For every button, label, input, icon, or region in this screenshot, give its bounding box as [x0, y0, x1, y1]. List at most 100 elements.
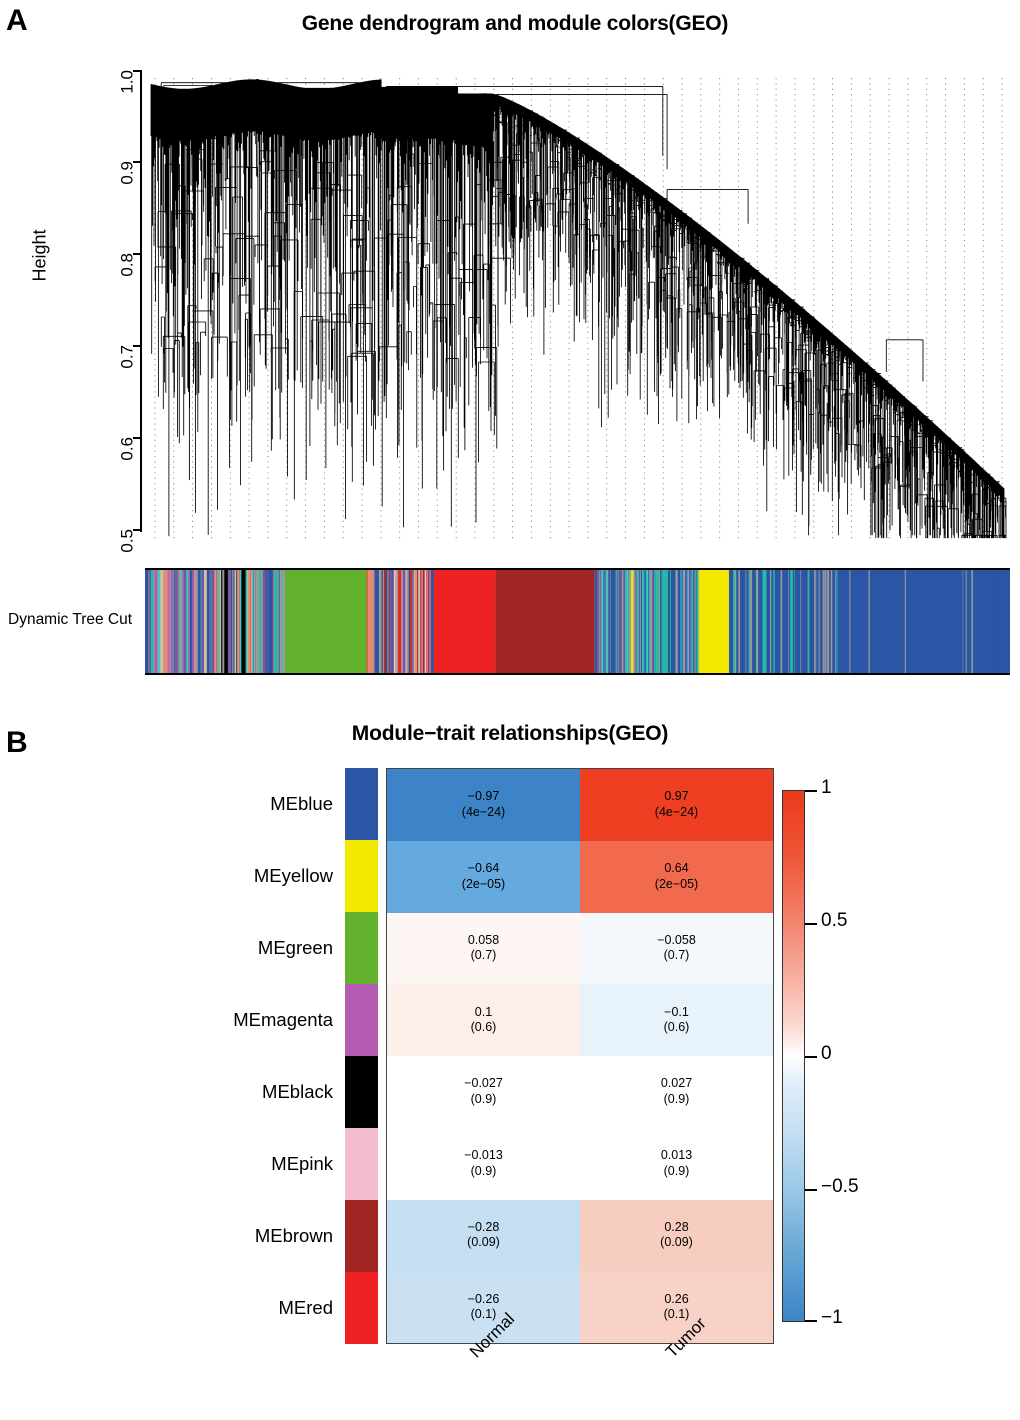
module-color-segment — [603, 570, 605, 673]
module-color-segment — [914, 570, 916, 673]
heatmap-cell-meblack-tumor[interactable]: 0.027 (0.9) — [580, 1056, 773, 1128]
module-color-segment — [189, 570, 192, 673]
cell-correlation: 0.027 — [660, 1076, 693, 1091]
module-color-strip — [145, 568, 1010, 675]
y-tick-label-0.8: 0.8 — [118, 253, 137, 277]
module-color-segment — [886, 570, 888, 673]
heatmap-cell-meblack-normal[interactable]: −0.027 (0.9) — [387, 1056, 580, 1128]
cell-correlation: 0.64 — [664, 861, 689, 875]
module-color-segment — [762, 570, 765, 673]
module-color-segment — [402, 570, 406, 673]
heatmap-row: 0.058 (0.7) −0.058 (0.7) — [387, 912, 773, 985]
heatmap-cell-mepink-normal[interactable]: −0.013 (0.9) — [387, 1127, 580, 1200]
module-color-segment — [391, 570, 393, 673]
module-color-segment — [382, 570, 385, 673]
module-color-segment — [181, 570, 183, 673]
module-color-segment — [384, 570, 386, 673]
module-color-segment — [395, 570, 397, 673]
heatmap-row: −0.027 (0.9) 0.027 (0.9) — [387, 1056, 773, 1128]
colorbar-tick-label-−1: −1 — [821, 1307, 843, 1328]
module-color-segment — [192, 570, 194, 673]
cell-pvalue: (0.9) — [663, 1091, 690, 1106]
module-swatch-meblack — [345, 1056, 378, 1128]
module-color-segment — [252, 570, 254, 673]
module-color-segment — [214, 570, 217, 673]
heatmap-row: 0.1 (0.6) −0.1 (0.6) — [387, 984, 773, 1056]
colorbar-tick-0 — [805, 1056, 817, 1058]
heatmap-cell-memagenta-tumor[interactable]: −0.1 (0.6) — [580, 984, 773, 1056]
module-color-segment — [868, 570, 870, 673]
heatmap-cell-meblue-tumor[interactable]: 0.97 (4e−24) — [580, 769, 773, 841]
heatmap-cell-mebrown-normal[interactable]: −0.28 (0.09) — [387, 1199, 580, 1272]
module-color-segment — [387, 570, 389, 673]
module-color-segment — [694, 570, 696, 673]
heatmap-cell-megreen-normal[interactable]: 0.058 (0.7) — [387, 912, 580, 985]
module-color-segment — [186, 570, 189, 673]
module-color-segment — [279, 570, 370, 673]
module-color-segment — [814, 570, 815, 673]
module-color-segment — [257, 570, 259, 673]
colorbar-tick-0.5 — [805, 923, 817, 925]
y-tick-label-0.5: 0.5 — [118, 529, 137, 553]
module-color-segment — [999, 570, 1001, 673]
heatmap-module-swatches — [345, 768, 378, 1344]
heatmap-column-labels: Normal Tumor — [386, 1309, 774, 1418]
module-color-segment — [764, 570, 766, 673]
dendrogram-y-axis: 1.0 0.9 0.8 0.7 0.6 0.5 — [100, 62, 142, 553]
cell-pvalue: (2e−05) — [461, 876, 506, 891]
heatmap-row-label-mebrown: MEbrown — [254, 1225, 333, 1246]
module-color-segment — [596, 570, 600, 673]
module-color-segment — [398, 570, 402, 673]
colorbar-tick-−0.5 — [805, 1189, 817, 1191]
cell-correlation: 0.1 — [474, 1004, 493, 1019]
module-color-segment — [637, 570, 639, 673]
module-color-segment — [849, 570, 851, 673]
module-color-segment — [413, 570, 415, 673]
cell-pvalue: (4e−24) — [461, 804, 506, 819]
module-color-segment — [670, 570, 672, 673]
colorbar-tick-label-−0.5: −0.5 — [821, 1176, 859, 1197]
heatmap-cell-mepink-tumor[interactable]: 0.013 (0.9) — [580, 1127, 773, 1200]
module-color-segment — [258, 570, 261, 673]
module-color-segment — [237, 570, 240, 673]
module-color-segment — [201, 570, 204, 673]
module-color-segment — [779, 570, 781, 673]
colorbar-tick-label-0: 0 — [821, 1043, 832, 1064]
module-color-segment — [206, 570, 210, 673]
module-color-segment — [188, 570, 190, 673]
cell-correlation: −0.058 — [657, 932, 696, 947]
module-color-segment — [683, 570, 685, 673]
module-color-segment — [495, 570, 595, 673]
module-color-segment — [410, 570, 413, 673]
heatmap-row-label-mered: MEred — [278, 1297, 334, 1318]
module-color-segment — [808, 570, 810, 673]
cell-correlation: 0.013 — [660, 1148, 693, 1162]
heatmap-row-label-meyellow: MEyellow — [253, 865, 333, 886]
cell-pvalue: (2e−05) — [654, 876, 699, 891]
cell-pvalue: (0.9) — [663, 1163, 690, 1178]
module-color-segment — [608, 570, 610, 673]
heatmap-cell-meyellow-normal[interactable]: −0.64 (2e−05) — [387, 840, 580, 913]
y-tick-label-1.0: 1.0 — [118, 70, 137, 94]
module-color-segment — [183, 570, 187, 673]
heatmap-row: −0.013 (0.9) 0.013 (0.9) — [387, 1127, 773, 1200]
module-color-segment — [430, 570, 434, 673]
module-color-segment — [696, 570, 699, 673]
module-color-segment — [378, 570, 382, 673]
y-tick-label-0.6: 0.6 — [118, 437, 137, 461]
module-color-segment — [234, 570, 237, 673]
heatmap-cell-megreen-tumor[interactable]: −0.058 (0.7) — [580, 912, 773, 985]
module-color-segment — [998, 570, 1000, 673]
module-color-segment — [820, 570, 823, 673]
module-color-segment — [963, 570, 965, 673]
heatmap-cell-meblue-normal[interactable]: −0.97 (4e−24) — [387, 769, 580, 841]
heatmap-cell-mebrown-tumor[interactable]: 0.28 (0.09) — [580, 1199, 773, 1272]
module-color-segment — [376, 570, 379, 673]
module-color-segment — [233, 570, 235, 673]
heatmap-cell-meyellow-tumor[interactable]: 0.64 (2e−05) — [580, 840, 773, 913]
module-color-segment — [248, 570, 251, 673]
module-color-segment — [155, 570, 158, 673]
heatmap-cell-memagenta-normal[interactable]: 0.1 (0.6) — [387, 984, 580, 1056]
module-color-segment — [216, 570, 220, 673]
module-color-segment — [628, 570, 632, 673]
